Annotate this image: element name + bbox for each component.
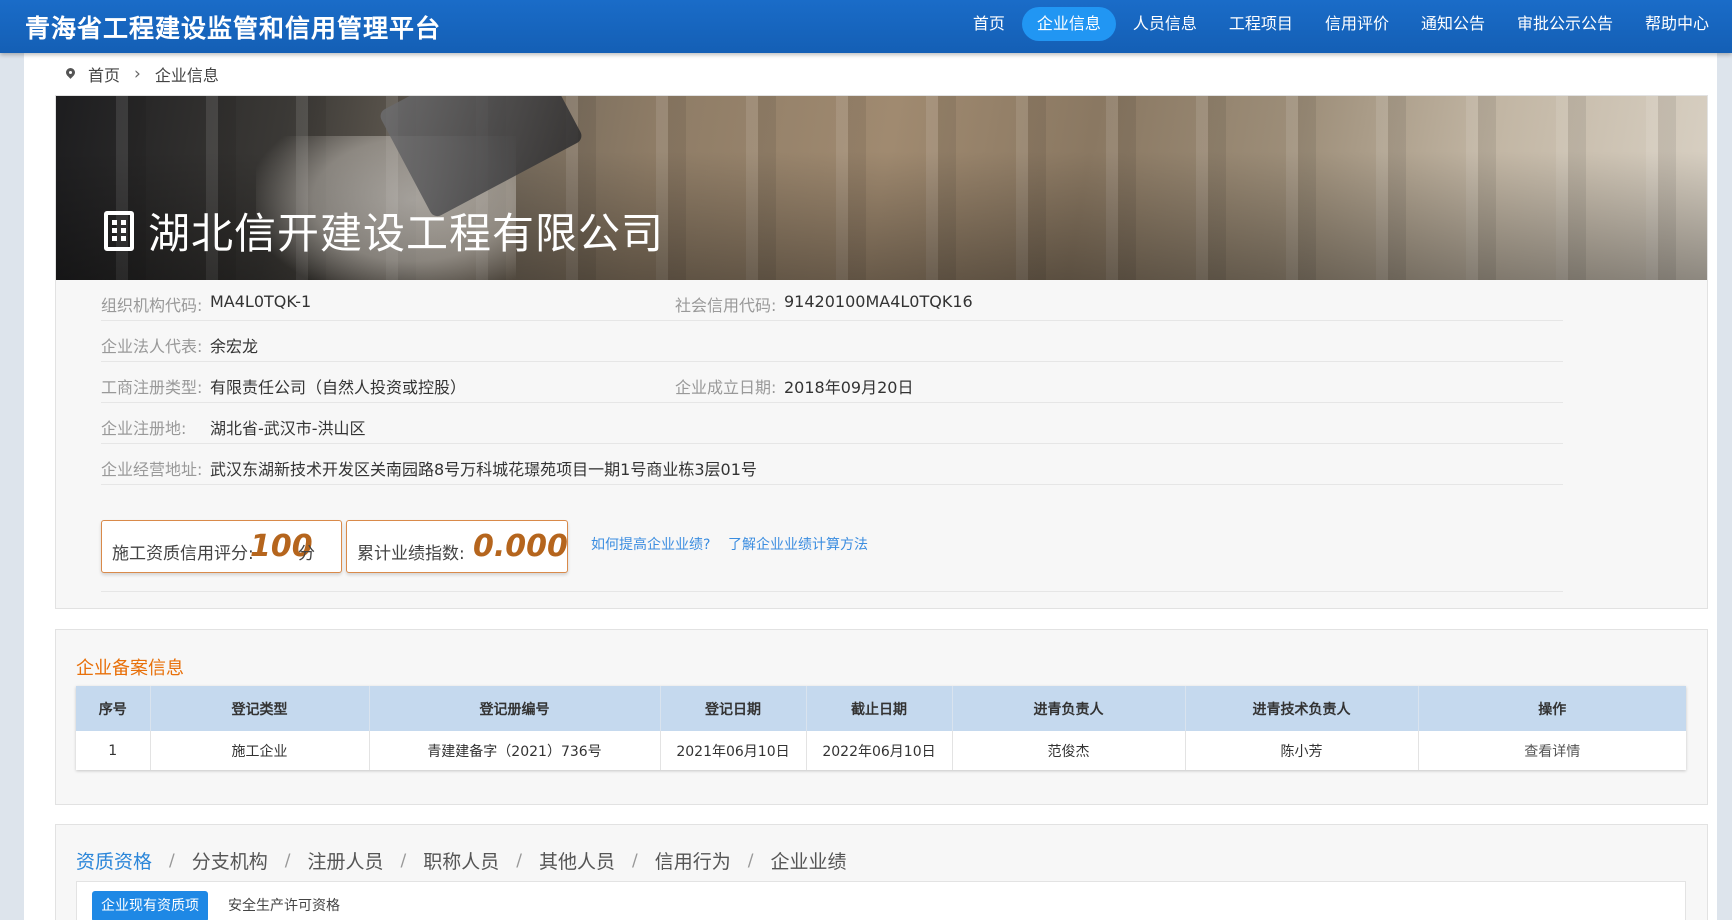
page-content: 首页 › 企业信息 湖北信开建设工程有限公司 组织机构代码: MA4L0TQK-… xyxy=(24,53,1717,920)
detail-tabs-card: 资质资格 / 分支机构 / 注册人员 / 职称人员 / 其他人员 / 信用行为 … xyxy=(55,824,1708,920)
tab-separator: / xyxy=(400,850,407,871)
info-row-codes: 组织机构代码: MA4L0TQK-1 社会信用代码: 91420100MA4L0… xyxy=(101,280,1563,321)
tab-separator: / xyxy=(632,850,638,871)
org-code-value: MA4L0TQK-1 xyxy=(210,292,312,311)
company-banner: 湖北信开建设工程有限公司 xyxy=(56,96,1707,280)
company-name-heading: 湖北信开建设工程有限公司 xyxy=(104,200,664,261)
tab-titled-staff[interactable]: 职称人员 xyxy=(423,847,499,874)
location-pin-icon xyxy=(66,68,75,80)
nav-item-help-center[interactable]: 帮助中心 xyxy=(1630,7,1724,41)
tab-separator: / xyxy=(284,850,291,871)
filing-info-card: 企业备案信息 序号 登记类型 登记册编号 登记日期 截止日期 进青负责人 进青技… xyxy=(55,629,1708,805)
address-label: 企业经营地址: xyxy=(101,460,203,479)
credit-score-label: 施工资质信用评分: xyxy=(112,544,254,564)
tab-enterprise-performance[interactable]: 企业业绩 xyxy=(771,847,847,874)
nav-item-projects[interactable]: 工程项目 xyxy=(1214,7,1308,41)
performance-method-link[interactable]: 了解企业业绩计算方法 xyxy=(728,534,868,554)
score-row: 施工资质信用评分: 100 分 累计业绩指数: 0.000 如何提高企业业绩? … xyxy=(101,510,1563,592)
tab-registered-staff[interactable]: 注册人员 xyxy=(308,847,384,874)
tab-separator: / xyxy=(516,850,522,871)
cell-reg-type: 施工企业 xyxy=(150,731,370,770)
nav-item-notices[interactable]: 通知公告 xyxy=(1406,7,1500,41)
nav-item-approval-announcements[interactable]: 审批公示公告 xyxy=(1502,7,1628,41)
company-details: 组织机构代码: MA4L0TQK-1 社会信用代码: 91420100MA4L0… xyxy=(101,280,1563,485)
tab-other-staff[interactable]: 其他人员 xyxy=(539,847,615,874)
nav-item-enterprise-info[interactable]: 企业信息 xyxy=(1021,7,1116,41)
filing-info-table: 序号 登记类型 登记册编号 登记日期 截止日期 进青负责人 进青技术负责人 操作… xyxy=(76,686,1686,770)
col-end-date: 截止日期 xyxy=(806,686,953,731)
info-row-legal-rep: 企业法人代表: 余宏龙 xyxy=(101,321,1563,362)
building-icon xyxy=(104,210,134,251)
subtab-current-qualifications[interactable]: 企业现有资质项 xyxy=(92,891,208,920)
credit-code-value: 91420100MA4L0TQK16 xyxy=(784,292,973,311)
col-action: 操作 xyxy=(1418,686,1686,731)
legal-rep-label: 企业法人代表: xyxy=(101,337,203,356)
col-reg-date: 登记日期 xyxy=(660,686,807,731)
col-manager: 进青负责人 xyxy=(952,686,1186,731)
subtab-panel: 企业现有资质项 安全生产许可资格 xyxy=(76,881,1686,920)
cell-manager: 范俊杰 xyxy=(952,731,1186,770)
filing-info-title: 企业备案信息 xyxy=(76,658,184,679)
performance-index-label: 累计业绩指数: xyxy=(357,544,465,564)
company-info-card: 湖北信开建设工程有限公司 组织机构代码: MA4L0TQK-1 社会信用代码: … xyxy=(55,95,1708,609)
breadcrumb-current: 企业信息 xyxy=(154,66,219,85)
reg-place-value: 湖北省-武汉市-洪山区 xyxy=(210,419,366,438)
address-value: 武汉东湖新技术开发区关南园路8号万科城花璟苑项目一期1号商业栋3层01号 xyxy=(210,460,757,479)
org-code-label: 组织机构代码: xyxy=(101,296,203,315)
cell-tech-manager: 陈小芳 xyxy=(1185,731,1419,770)
detail-tabs: 资质资格 / 分支机构 / 注册人员 / 职称人员 / 其他人员 / 信用行为 … xyxy=(76,847,847,874)
tab-separator: / xyxy=(169,850,175,871)
breadcrumb-chevron-icon: › xyxy=(134,64,141,84)
main-nav: 首页 企业信息 人员信息 工程项目 信用评价 通知公告 审批公示公告 帮助中心 xyxy=(956,7,1724,41)
tab-branches[interactable]: 分支机构 xyxy=(192,847,268,874)
improve-performance-link[interactable]: 如何提高企业业绩? xyxy=(591,534,710,554)
nav-item-home[interactable]: 首页 xyxy=(958,7,1020,41)
reg-type-label: 工商注册类型: xyxy=(101,378,203,397)
breadcrumb: 首页 › 企业信息 xyxy=(66,62,219,86)
found-date-value: 2018年09月20日 xyxy=(784,378,914,397)
breadcrumb-home[interactable]: 首页 xyxy=(88,62,120,86)
site-title: 青海省工程建设监管和信用管理平台 xyxy=(25,14,442,43)
table-header-row: 序号 登记类型 登记册编号 登记日期 截止日期 进青负责人 进青技术负责人 操作 xyxy=(76,686,1686,731)
info-row-registration: 工商注册类型: 有限责任公司（自然人投资或控股） 企业成立日期: 2018年09… xyxy=(101,362,1563,403)
view-details-link[interactable]: 查看详情 xyxy=(1418,731,1686,770)
found-date-label: 企业成立日期: xyxy=(675,378,777,397)
table-row: 1 施工企业 青建建备字（2021）736号 2021年06月10日 2022年… xyxy=(76,731,1686,770)
col-reg-number: 登记册编号 xyxy=(369,686,661,731)
tab-separator: / xyxy=(747,850,754,871)
credit-score-box: 施工资质信用评分: 100 分 xyxy=(101,520,342,573)
credit-score-unit: 分 xyxy=(298,544,315,564)
reg-place-label: 企业注册地: xyxy=(101,419,187,438)
cell-reg-number: 青建建备字（2021）736号 xyxy=(369,731,661,770)
col-tech-manager: 进青技术负责人 xyxy=(1185,686,1419,731)
company-name: 湖北信开建设工程有限公司 xyxy=(148,209,665,258)
top-navigation-bar: 青海省工程建设监管和信用管理平台 首页 企业信息 人员信息 工程项目 信用评价 … xyxy=(0,0,1732,53)
credit-code-label: 社会信用代码: xyxy=(675,296,777,315)
col-index: 序号 xyxy=(76,686,151,731)
info-row-reg-place: 企业注册地: 湖北省-武汉市-洪山区 xyxy=(101,403,1563,444)
reg-type-value: 有限责任公司（自然人投资或控股） xyxy=(210,378,467,397)
nav-item-credit-evaluation[interactable]: 信用评价 xyxy=(1310,7,1404,41)
subtab-safety-license[interactable]: 安全生产许可资格 xyxy=(228,891,340,920)
nav-item-personnel-info[interactable]: 人员信息 xyxy=(1118,7,1212,41)
performance-index-box: 累计业绩指数: 0.000 xyxy=(346,520,568,573)
legal-rep-value: 余宏龙 xyxy=(210,337,259,356)
cell-index: 1 xyxy=(76,731,151,770)
tab-credit-behavior[interactable]: 信用行为 xyxy=(655,847,731,874)
cell-reg-date: 2021年06月10日 xyxy=(660,731,807,770)
tab-qualifications[interactable]: 资质资格 xyxy=(76,847,152,874)
col-reg-type: 登记类型 xyxy=(150,686,370,731)
info-row-address: 企业经营地址: 武汉东湖新技术开发区关南园路8号万科城花璟苑项目一期1号商业栋3… xyxy=(101,444,1563,485)
performance-index-value: 0.000 xyxy=(473,529,568,564)
cell-end-date: 2022年06月10日 xyxy=(806,731,953,770)
